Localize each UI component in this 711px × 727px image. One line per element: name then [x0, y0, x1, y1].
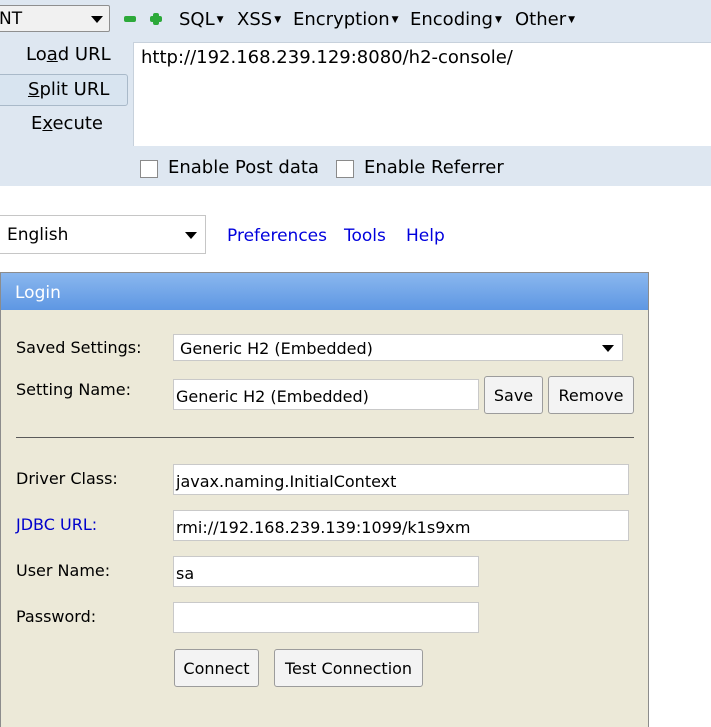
setting-name-label: Setting Name:: [16, 380, 131, 399]
divider: [16, 437, 634, 438]
saved-settings-value: Generic H2 (Embedded): [180, 339, 373, 358]
execute-label: Execute: [31, 113, 103, 134]
caret-down-icon: ▼: [391, 15, 399, 25]
driver-class-label: Driver Class:: [16, 469, 118, 488]
password-label: Password:: [16, 607, 97, 626]
caret-down-icon: ▼: [274, 15, 282, 25]
enable-post-label: Enable Post data: [168, 157, 319, 178]
help-link[interactable]: Help: [406, 226, 445, 246]
sql-menu[interactable]: SQL ▼: [179, 9, 224, 30]
language-value: English: [7, 225, 69, 245]
setting-name-input[interactable]: Generic H2 (Embedded): [173, 379, 479, 410]
xss-menu[interactable]: XSS ▼: [237, 9, 281, 30]
user-name-input[interactable]: sa: [173, 556, 479, 587]
chevron-down-icon: [91, 16, 103, 23]
caret-down-icon: ▼: [568, 15, 576, 25]
connect-button-label: Connect: [183, 659, 250, 678]
jdbc-url-label: JDBC URL:: [16, 515, 98, 534]
encoding-menu[interactable]: Encoding ▼: [410, 9, 502, 30]
save-button[interactable]: Save: [484, 376, 543, 414]
tools-link[interactable]: Tools: [344, 226, 386, 246]
split-url-label: Split URL: [28, 79, 110, 100]
enable-post-checkbox[interactable]: [140, 160, 158, 178]
login-title: Login: [15, 283, 61, 303]
user-name-label: User Name:: [16, 561, 111, 580]
driver-class-value: javax.naming.InitialContext: [176, 472, 397, 491]
hackbar-type-select[interactable]: NT: [0, 5, 110, 32]
setting-name-value: Generic H2 (Embedded): [176, 387, 369, 406]
other-menu[interactable]: Other ▼: [515, 9, 575, 30]
plus-icon[interactable]: [150, 13, 162, 25]
jdbc-url-input[interactable]: rmi://192.168.239.139:1099/k1s9xm: [173, 510, 629, 541]
hackbar-toolbar: NT SQL ▼ XSS ▼ Encryption ▼ Encoding ▼ Other…: [0, 0, 711, 186]
user-name-value: sa: [176, 564, 195, 583]
saved-settings-select[interactable]: Generic H2 (Embedded): [173, 334, 623, 361]
language-select[interactable]: English: [0, 215, 206, 254]
preferences-link[interactable]: Preferences: [227, 226, 327, 246]
remove-button-label: Remove: [558, 386, 624, 405]
encryption-menu-label: Encryption: [293, 9, 390, 30]
login-panel: Login Saved Settings: Generic H2 (Embedd…: [0, 272, 649, 727]
connect-button[interactable]: Connect: [174, 649, 259, 687]
sql-menu-label: SQL: [179, 9, 215, 30]
login-header: Login: [1, 273, 648, 310]
test-connection-button[interactable]: Test Connection: [274, 649, 423, 687]
chevron-down-icon: [185, 232, 197, 239]
saved-settings-label: Saved Settings:: [16, 338, 142, 357]
other-menu-label: Other: [515, 9, 567, 30]
split-url-button[interactable]: Split URL: [0, 74, 128, 106]
load-url-button[interactable]: Load URL: [0, 40, 128, 72]
caret-down-icon: ▼: [494, 15, 502, 25]
minus-icon[interactable]: [124, 13, 136, 25]
caret-down-icon: ▼: [216, 15, 224, 25]
hackbar-type-value: NT: [0, 9, 23, 29]
remove-button[interactable]: Remove: [548, 376, 634, 414]
execute-button[interactable]: Execute: [0, 109, 128, 141]
chevron-down-icon: [602, 345, 614, 352]
jdbc-url-value: rmi://192.168.239.139:1099/k1s9xm: [176, 518, 471, 537]
password-input[interactable]: [173, 602, 479, 633]
enable-referrer-checkbox[interactable]: [336, 160, 354, 178]
url-textarea[interactable]: http://192.168.239.129:8080/h2-console/: [133, 42, 711, 146]
save-button-label: Save: [493, 386, 534, 405]
enable-referrer-label: Enable Referrer: [364, 157, 504, 178]
encoding-menu-label: Encoding: [410, 9, 493, 30]
url-value: http://192.168.239.129:8080/h2-console/: [141, 47, 513, 68]
encryption-menu[interactable]: Encryption ▼: [293, 9, 399, 30]
test-connection-button-label: Test Connection: [284, 659, 413, 678]
xss-menu-label: XSS: [237, 9, 273, 30]
driver-class-input[interactable]: javax.naming.InitialContext: [173, 464, 629, 495]
load-url-label: Load URL: [26, 44, 111, 65]
